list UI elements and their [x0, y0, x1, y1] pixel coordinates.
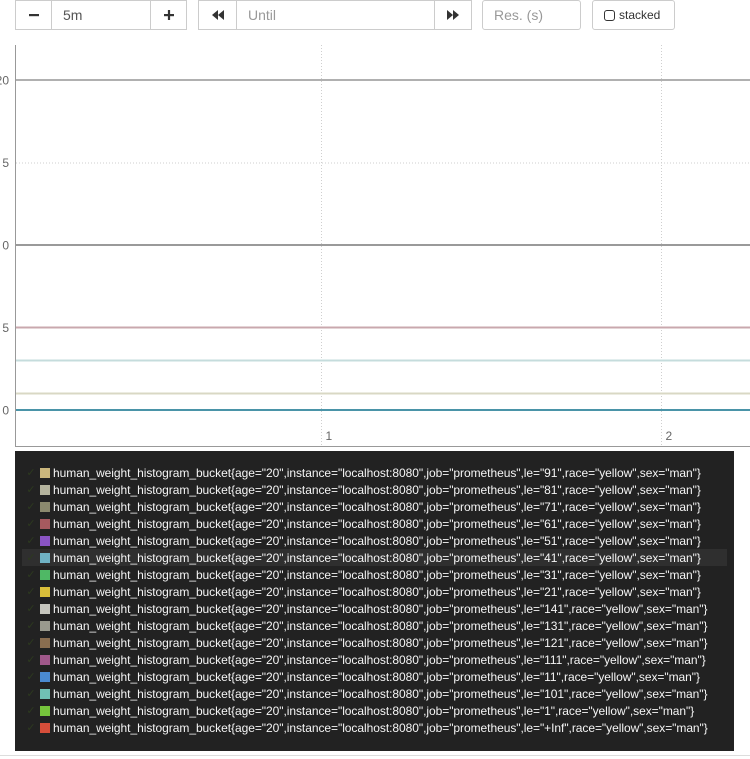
- legend-item[interactable]: ✓ human_weight_histogram_bucket{age="20",…: [22, 617, 727, 634]
- legend-swatch: [40, 688, 50, 699]
- increase-range-button[interactable]: [150, 0, 187, 30]
- legend-item[interactable]: ✓ human_weight_histogram_bucket{age="20",…: [22, 464, 727, 481]
- legend-label: human_weight_histogram_bucket{age="20",i…: [53, 669, 700, 684]
- check-icon: ✓: [26, 586, 36, 598]
- y-tick-label: 20: [0, 74, 9, 88]
- legend-item[interactable]: ✓ human_weight_histogram_bucket{age="20",…: [22, 702, 727, 719]
- graph-canvas: 20 5 0 5 0 1 2: [0, 45, 750, 447]
- x-tick-label: 2: [666, 429, 673, 443]
- legend-label: human_weight_histogram_bucket{age="20",i…: [53, 516, 701, 531]
- y-tick-label: 5: [2, 156, 9, 170]
- legend-swatch: [40, 654, 50, 665]
- y-tick-label: 0: [2, 404, 9, 418]
- decrease-range-button[interactable]: [15, 0, 52, 30]
- time-back-button[interactable]: [198, 0, 237, 30]
- toolbar: 5m Until Res. (s) stacked: [0, 0, 750, 32]
- legend-item[interactable]: ✓ human_weight_histogram_bucket{age="20",…: [22, 583, 727, 600]
- time-forward-button[interactable]: [434, 0, 472, 30]
- check-icon: ✓: [26, 569, 36, 581]
- legend-label: human_weight_histogram_bucket{age="20",i…: [53, 686, 708, 701]
- legend-label: human_weight_histogram_bucket{age="20",i…: [53, 703, 695, 718]
- divider: [0, 755, 750, 756]
- legend-swatch: [40, 467, 50, 478]
- legend-item[interactable]: ✓ human_weight_histogram_bucket{age="20",…: [22, 549, 727, 566]
- legend-item[interactable]: ✓ human_weight_histogram_bucket{age="20",…: [22, 719, 727, 736]
- stacked-label: stacked: [619, 8, 661, 22]
- legend-swatch: [40, 518, 50, 529]
- legend-swatch: [40, 484, 50, 495]
- legend-swatch: [40, 603, 50, 614]
- legend-swatch: [40, 620, 50, 631]
- until-input[interactable]: Until: [236, 0, 435, 30]
- legend-swatch: [40, 552, 50, 563]
- legend-item[interactable]: ✓ human_weight_histogram_bucket{age="20",…: [22, 515, 727, 532]
- legend-label: human_weight_histogram_bucket{age="20",i…: [53, 720, 708, 735]
- legend-swatch: [40, 501, 50, 512]
- check-icon: ✓: [26, 467, 36, 479]
- legend-label: human_weight_histogram_bucket{age="20",i…: [53, 465, 701, 480]
- legend-swatch: [40, 586, 50, 597]
- legend-swatch: [40, 671, 50, 682]
- check-icon: ✓: [26, 603, 36, 615]
- legend-item[interactable]: ✓ human_weight_histogram_bucket{age="20",…: [22, 668, 727, 685]
- legend-item[interactable]: ✓ human_weight_histogram_bucket{age="20",…: [22, 634, 727, 651]
- legend-swatch: [40, 569, 50, 580]
- legend-label: human_weight_histogram_bucket{age="20",i…: [53, 618, 708, 633]
- check-icon: ✓: [26, 722, 36, 734]
- legend-item[interactable]: ✓ human_weight_histogram_bucket{age="20",…: [22, 498, 727, 515]
- legend: ✓ human_weight_histogram_bucket{age="20",…: [15, 451, 734, 751]
- check-icon: ✓: [26, 535, 36, 547]
- legend-label: human_weight_histogram_bucket{age="20",i…: [53, 584, 701, 599]
- x-tick-label: 1: [326, 429, 333, 443]
- backward-icon: [211, 10, 224, 20]
- legend-swatch: [40, 535, 50, 546]
- legend-label: human_weight_histogram_bucket{age="20",i…: [53, 533, 701, 548]
- stacked-toggle-button[interactable]: stacked: [592, 0, 675, 30]
- check-icon: ✓: [26, 637, 36, 649]
- legend-item[interactable]: ✓ human_weight_histogram_bucket{age="20",…: [22, 532, 727, 549]
- legend-swatch: [40, 722, 50, 733]
- legend-label: human_weight_histogram_bucket{age="20",i…: [53, 482, 701, 497]
- legend-item[interactable]: ✓ human_weight_histogram_bucket{age="20",…: [22, 566, 727, 583]
- range-input[interactable]: 5m: [51, 0, 151, 30]
- check-icon: ✓: [26, 671, 36, 683]
- graph: 20 5 0 5 0 1 2: [0, 45, 750, 447]
- plus-icon: [163, 10, 174, 20]
- legend-swatch: [40, 705, 50, 716]
- check-icon: ✓: [26, 484, 36, 496]
- forward-icon: [447, 10, 459, 20]
- legend-item[interactable]: ✓ human_weight_histogram_bucket{age="20",…: [22, 685, 727, 702]
- check-icon: ✓: [26, 501, 36, 513]
- check-icon: ✓: [26, 518, 36, 530]
- resolution-input[interactable]: Res. (s): [482, 0, 581, 30]
- y-tick-label: 0: [2, 239, 9, 253]
- check-icon: ✓: [26, 688, 36, 700]
- legend-label: human_weight_histogram_bucket{age="20",i…: [53, 567, 701, 582]
- check-icon: ✓: [26, 705, 36, 717]
- legend-label: human_weight_histogram_bucket{age="20",i…: [53, 635, 708, 650]
- legend-label: human_weight_histogram_bucket{age="20",i…: [53, 550, 701, 565]
- checkbox-icon: [604, 9, 615, 21]
- legend-item[interactable]: ✓ human_weight_histogram_bucket{age="20",…: [22, 481, 727, 498]
- legend-item[interactable]: ✓ human_weight_histogram_bucket{age="20",…: [22, 600, 727, 617]
- legend-label: human_weight_histogram_bucket{age="20",i…: [53, 652, 706, 667]
- legend-item[interactable]: ✓ human_weight_histogram_bucket{age="20",…: [22, 651, 727, 668]
- check-icon: ✓: [26, 620, 36, 632]
- y-tick-label: 5: [2, 321, 9, 335]
- legend-label: human_weight_histogram_bucket{age="20",i…: [53, 601, 708, 616]
- legend-label: human_weight_histogram_bucket{age="20",i…: [53, 499, 701, 514]
- check-icon: ✓: [26, 552, 36, 564]
- minus-icon: [28, 14, 39, 17]
- legend-swatch: [40, 637, 50, 648]
- check-icon: ✓: [26, 654, 36, 666]
